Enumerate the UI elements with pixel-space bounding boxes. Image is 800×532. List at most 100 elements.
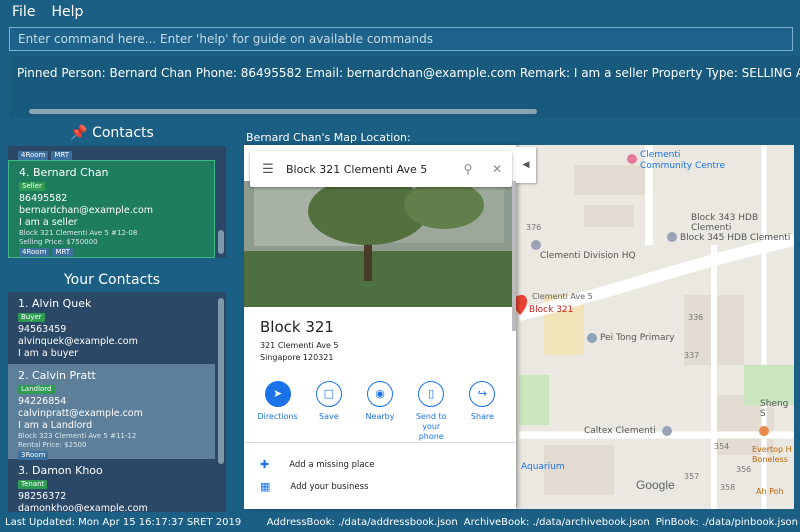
result-display: Pinned Person: Bernard Chan Phone: 86495… [9,56,800,118]
map-label: 376 [526,223,542,232]
close-icon[interactable]: ✕ [482,162,512,176]
action-label: Directions [257,412,298,421]
list-item[interactable]: 3. Damon Khoo Tenant 98256372 damonkhoo@… [8,459,215,512]
result-scrollbar[interactable] [29,109,537,114]
add-business-link[interactable]: ▦ Add your business [260,480,368,493]
share-button[interactable]: ↪ Share [457,381,508,442]
place-actions: ➤ Directions □ Save ◉ Nearby ▯ Send to y… [252,381,508,442]
role-tag: Seller [19,182,45,191]
share-icon: ↪ [469,381,496,407]
addressbook-path: AddressBook: ./data/addressbook.json [266,516,458,528]
card-name: Alvin Quek [32,297,92,310]
map-label: Community Centre [640,161,726,171]
map-label: 356 [736,465,752,474]
directions-button[interactable]: ➤ Directions [252,381,303,442]
pin-icon: 📌 [70,125,88,141]
menu-help[interactable]: Help [51,4,83,20]
place-info: Block 321 321 Clementi Ave 5 Singapore 1… [260,317,339,364]
save-button[interactable]: □ Save [303,381,354,442]
card-index: 2. [18,369,29,382]
map-label: Boneless [752,455,788,464]
action-label: Share [470,412,494,421]
map-search-bar[interactable]: ☰ Block 321 Clementi Ave 5 ⚲ ✕ [250,151,512,187]
place-address-line2: Singapore 120321 [260,353,334,362]
card-email: bernardchan@example.com [19,204,154,216]
map-location-label: Bernard Chan's Map Location: [246,131,411,144]
role-tag: Landlord [18,385,55,394]
menu-bar: File Help [0,0,800,24]
add-missing-place-link[interactable]: ✚ Add a missing place [260,458,375,471]
pinbook-path: PinBook: ./data/pinbook.json [655,516,798,528]
your-contacts-header: Your Contacts [63,272,161,288]
add-place-label: Add a missing place [289,459,375,470]
action-label: Save [318,412,339,421]
google-logo: Google [636,478,675,492]
collapse-panel-button[interactable]: ◀ [516,147,536,183]
map-label: 337 [684,351,700,360]
map-label: Aquarium [521,462,565,472]
left-panel: 📌 Contacts 4Room MRT 4. Bernard Chan Sell… [0,120,230,512]
place-photo[interactable] [244,177,516,307]
action-label: Send to your [415,412,447,431]
card-price: Rental Price: $2500 [18,440,87,449]
place-card-scrollbar[interactable] [512,181,516,331]
send-to-phone-button[interactable]: ▯ Send to your phone [406,381,457,442]
last-updated: Last Updated: Mon Apr 15 16:17:37 SRET 2… [5,516,242,528]
role-tag: Buyer [18,313,45,322]
action-label: phone [418,432,444,441]
place-title: Block 321 [260,318,334,336]
card-phone: 86495582 [19,192,68,204]
map-label: Evertop H [752,445,792,454]
map-label: Block 343 HDB Clementi [691,213,759,233]
card-email: calvinpratt@example.com [18,407,143,419]
card-address: Block 323 Clementi Ave 5 #11-12 [18,431,137,440]
map-label: Pei Tong Primary [600,333,675,343]
card-remark: I am a Landlord [18,419,93,431]
search-icon[interactable]: ⚲ [454,162,482,176]
card-index: 1. [18,297,29,310]
card-phone: 98256372 [18,490,67,502]
tag: MRT [52,247,74,257]
map-label: 357 [684,472,700,481]
your-contacts-list[interactable]: 1. Alvin Quek Buyer 94563459 alvinquek@e… [8,292,226,512]
card-name: Bernard Chan [33,166,109,179]
list-item[interactable]: 1. Alvin Quek Buyer 94563459 alvinquek@e… [8,292,215,364]
card-price: Selling Price: $750000 [19,237,98,246]
nearby-button[interactable]: ◉ Nearby [354,381,405,442]
tag: MRT [51,151,73,160]
map-label: Clementi Division HQ [540,251,636,261]
pinned-scrollbar[interactable] [218,230,224,254]
map-label: Sheng S [760,399,789,419]
list-item-selected[interactable]: 4. Bernard Chan Seller 86495582 bernardc… [8,160,215,258]
card-phone: 94563459 [18,323,67,335]
tag: 4Room [18,151,49,160]
status-bar: Last Updated: Mon Apr 15 16:17:37 SRET 2… [0,512,800,532]
map-label: Clementi Ave 5 [532,292,593,301]
command-input[interactable]: Enter command here... Enter 'help' for g… [9,27,793,51]
chevron-left-icon: ◀ [522,160,530,170]
add-business-label: Add your business [290,481,369,492]
role-tag: Tenant [18,480,48,489]
pinned-contacts-list[interactable]: 4Room MRT 4. Bernard Chan Seller 86495582… [8,146,226,258]
map-label: 358 [720,483,736,492]
map-search-input[interactable]: Block 321 Clementi Ave 5 [286,163,454,176]
card-name: Damon Khoo [32,464,103,477]
place-card: ☰ Block 321 Clementi Ave 5 ⚲ ✕ Block 321… [244,145,516,509]
card-phone: 94226854 [18,395,67,407]
place-photo-image [244,177,516,307]
pinned-contacts-label: Contacts [92,125,154,141]
menu-file[interactable]: File [12,4,35,20]
divider [244,442,516,443]
map-label: Caltex Clementi [584,426,656,436]
map-label: Block 345 HDB Clementi [680,233,791,243]
tag: 4Room [19,247,50,257]
list-item-hovered[interactable]: 2. Calvin Pratt Landlord 94226854 calvin… [8,364,215,460]
place-address-line1: 321 Clementi Ave 5 [260,341,339,350]
map-label: Clementi [640,150,681,160]
save-icon: □ [315,381,342,407]
card-index: 3. [18,464,29,477]
contacts-scrollbar[interactable] [218,298,224,464]
directions-icon: ➤ [264,381,291,407]
menu-icon[interactable]: ☰ [250,162,286,177]
action-label: Nearby [365,412,395,421]
